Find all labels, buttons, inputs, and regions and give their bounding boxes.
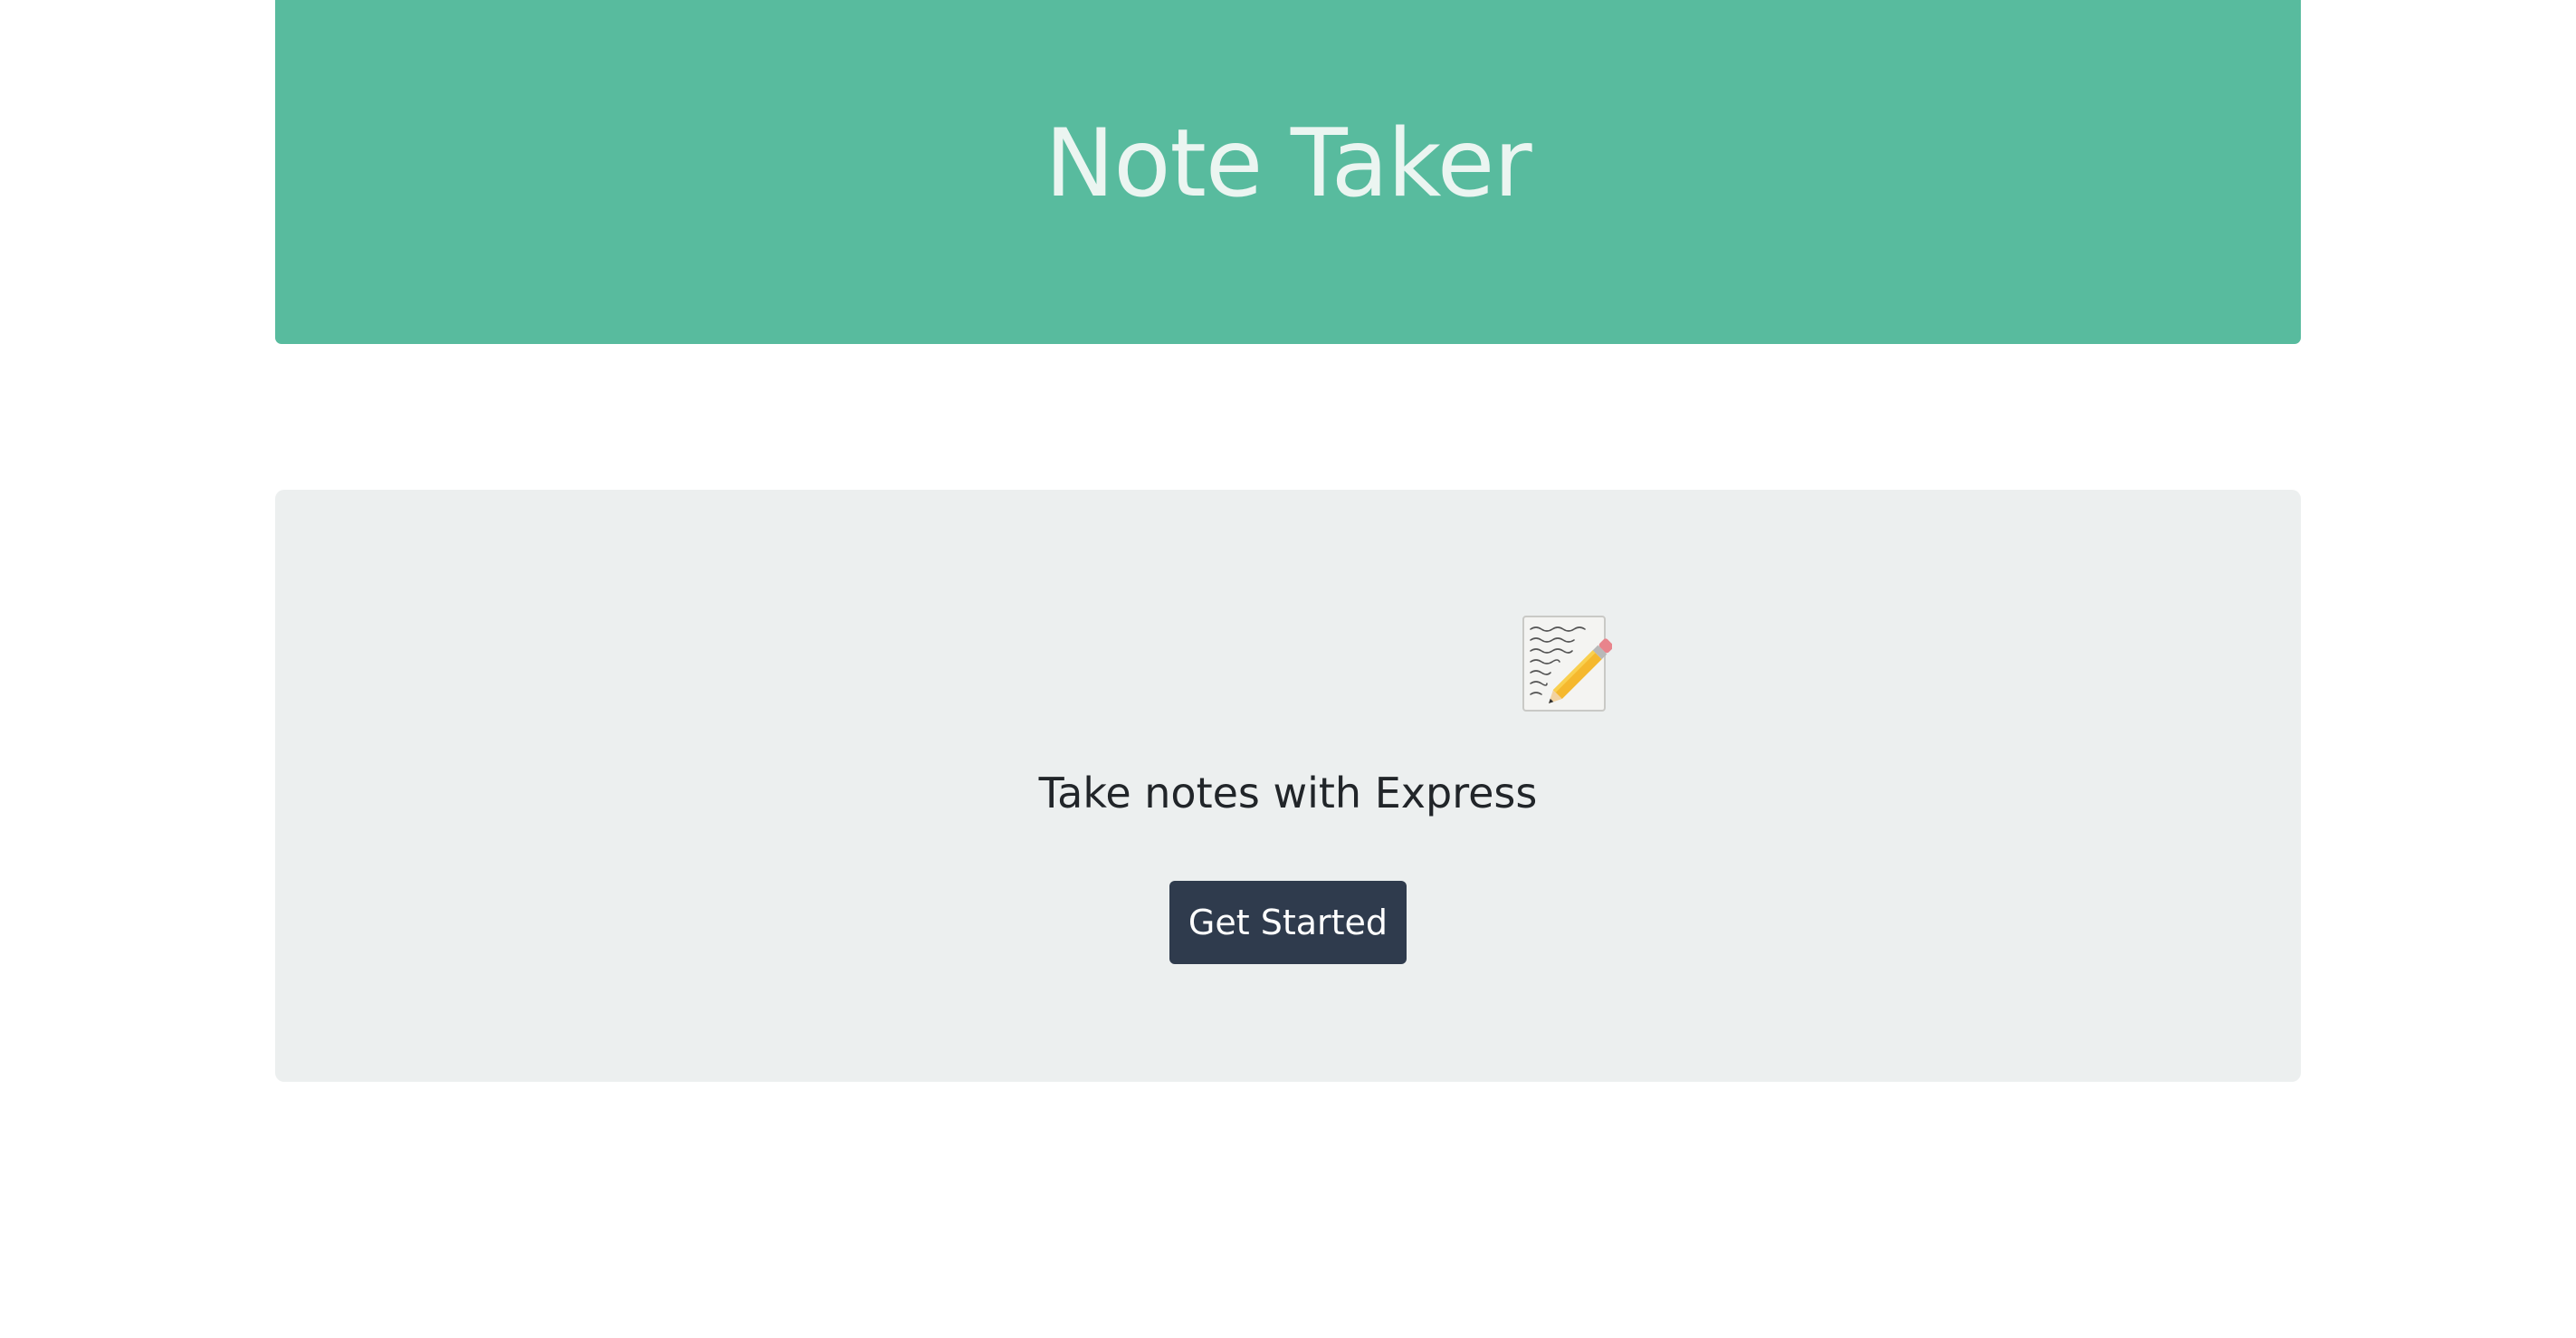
get-started-button[interactable]: Get Started xyxy=(1169,881,1407,964)
memo-pencil-icon xyxy=(1522,616,1612,712)
page: Note Taker Take notes with Express Get S… xyxy=(0,0,2576,1338)
hero-card: Take notes with Express Get Started xyxy=(275,490,2301,1082)
page-header: Note Taker xyxy=(275,0,2301,344)
hero-tagline: Take notes with Express xyxy=(1038,769,1538,817)
page-title: Note Taker xyxy=(1045,110,1531,218)
